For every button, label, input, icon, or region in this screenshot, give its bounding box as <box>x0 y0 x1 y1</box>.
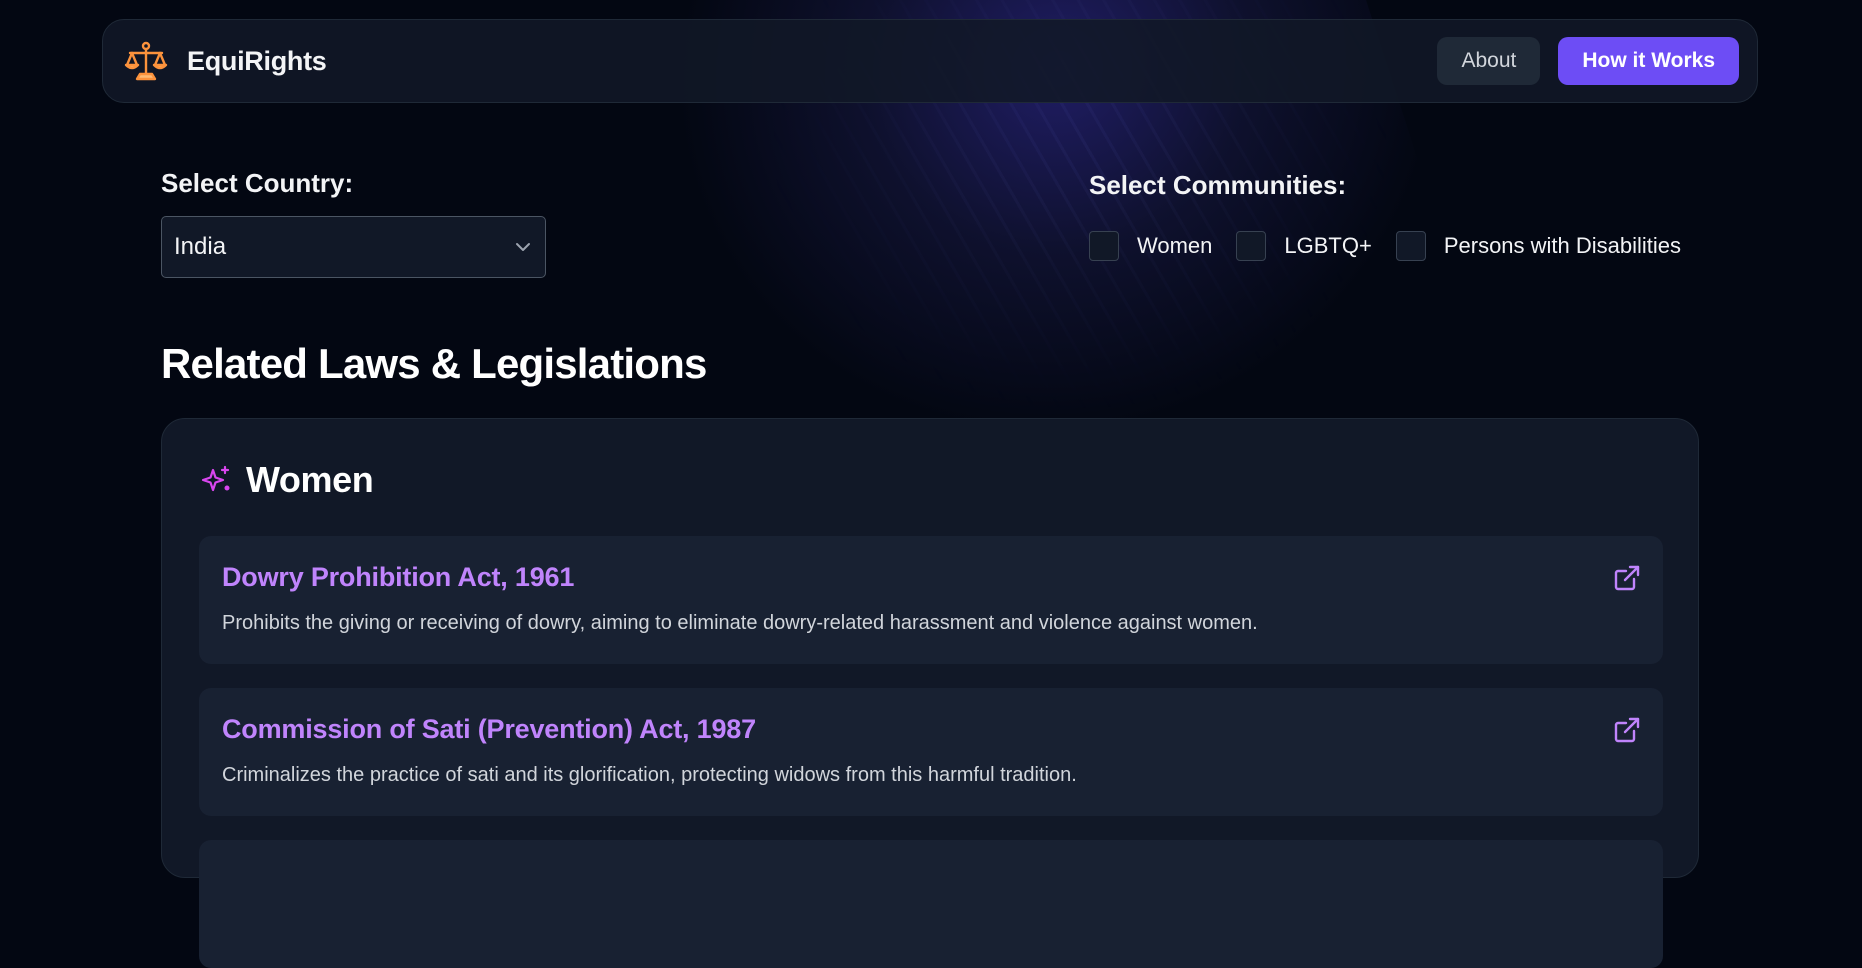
disabilities-checkbox[interactable] <box>1395 231 1426 261</box>
how-it-works-button[interactable]: How it Works <box>1558 37 1739 85</box>
lgbtq-checkbox[interactable] <box>1236 231 1267 261</box>
scales-of-justice-icon <box>123 38 169 84</box>
logo[interactable]: EquiRights <box>123 38 327 84</box>
law-title[interactable]: Dowry Prohibition Act, 1961 <box>222 562 574 593</box>
country-select[interactable]: India <box>161 216 546 278</box>
communities-label: Select Communities: <box>1089 170 1347 200</box>
law-card[interactable]: Commission of Sati (Prevention) Act, 198… <box>199 688 1663 816</box>
law-card[interactable]: Dowry Prohibition Act, 1961 Prohibits th… <box>199 536 1663 664</box>
section-header: Women <box>200 459 374 501</box>
laws-panel-women: Women Dowry Prohibition Act, 1961 Prohib… <box>161 418 1699 968</box>
chevron-down-icon <box>513 237 533 257</box>
law-description: Prohibits the giving or receiving of dow… <box>222 612 1258 634</box>
external-link-icon[interactable] <box>1613 716 1641 744</box>
navbar: EquiRights About How it Works <box>102 19 1758 103</box>
section-title: Women <box>246 459 374 500</box>
community-option-lgbtq[interactable]: LGBTQ+ <box>1236 231 1372 261</box>
law-title[interactable]: Commission of Sati (Prevention) Act, 198… <box>222 714 756 745</box>
women-checkbox[interactable] <box>1089 231 1119 261</box>
country-selected-value: India <box>174 233 227 260</box>
page-title: Related Laws & Legislations <box>161 340 707 387</box>
community-option-label: Women <box>1137 233 1213 258</box>
sparkles-icon <box>200 464 232 496</box>
about-button[interactable]: About <box>1437 37 1541 85</box>
nav-actions: About How it Works <box>1437 37 1739 85</box>
community-checkboxes: Women LGBTQ+ Persons with Disabilities <box>1089 230 1681 262</box>
community-option-women[interactable]: Women <box>1089 231 1212 261</box>
community-option-label: Persons with Disabilities <box>1443 233 1682 258</box>
community-option-disabilities[interactable]: Persons with Disabilities <box>1395 231 1682 261</box>
external-link-icon[interactable] <box>1613 564 1641 592</box>
law-card-partial[interactable] <box>199 840 1663 968</box>
country-label: Select Country: <box>161 168 354 198</box>
community-option-label: LGBTQ+ <box>1284 233 1372 258</box>
law-description: Criminalizes the practice of sati and it… <box>222 764 1077 786</box>
brand-name: EquiRights <box>187 45 327 76</box>
